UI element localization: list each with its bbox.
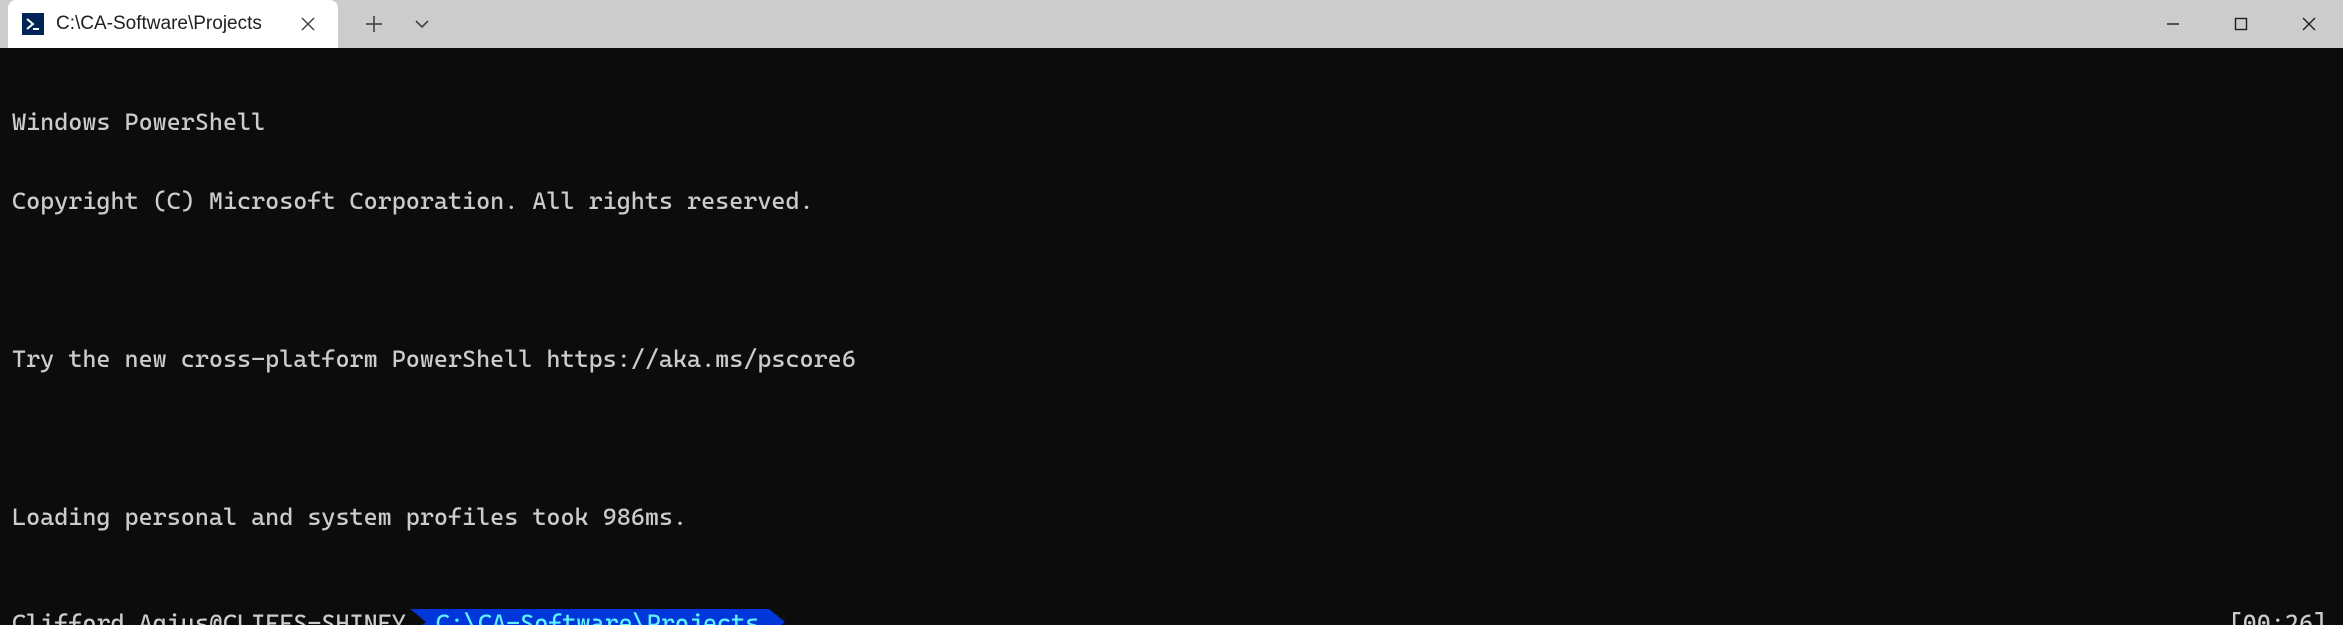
close-icon (301, 17, 315, 31)
new-tab-button[interactable] (360, 10, 388, 38)
tabbar-actions (338, 0, 436, 48)
minimize-button[interactable] (2139, 0, 2207, 48)
cwd-segment: C:\CA-Software\Projects (410, 609, 769, 625)
tab-close-button[interactable] (294, 10, 322, 38)
titlebar: C:\CA-Software\Projects (0, 0, 2343, 48)
plus-icon (365, 15, 383, 33)
banner-line: Loading personal and system profiles too… (12, 504, 2331, 530)
close-window-button[interactable] (2275, 0, 2343, 48)
maximize-button[interactable] (2207, 0, 2275, 48)
banner-line: Try the new cross-platform PowerShell ht… (12, 346, 2331, 372)
tab-title: C:\CA-Software\Projects (56, 13, 282, 35)
user-host: Clifford Agius@CLIFFS-SHINEY (12, 610, 406, 625)
banner-line: Copyright (C) Microsoft Corporation. All… (12, 188, 2331, 214)
cwd-text: C:\CA-Software\Projects (436, 610, 759, 625)
terminal-area[interactable]: Windows PowerShell Copyright (C) Microso… (0, 48, 2343, 625)
maximize-icon (2234, 17, 2248, 31)
banner-line: Windows PowerShell (12, 109, 2331, 135)
timestamp: [00:26] (2229, 610, 2331, 625)
tab-active[interactable]: C:\CA-Software\Projects (8, 0, 338, 48)
tab-dropdown-button[interactable] (408, 10, 436, 38)
minimize-icon (2166, 17, 2180, 31)
powershell-icon (22, 13, 44, 35)
close-icon (2301, 16, 2317, 32)
chevron-down-icon (413, 15, 431, 33)
prompt-line: Clifford Agius@CLIFFS-SHINEY C:\CA-Softw… (12, 609, 2331, 625)
blank-line (12, 425, 2331, 451)
blank-line (12, 267, 2331, 293)
window-controls (2139, 0, 2343, 48)
